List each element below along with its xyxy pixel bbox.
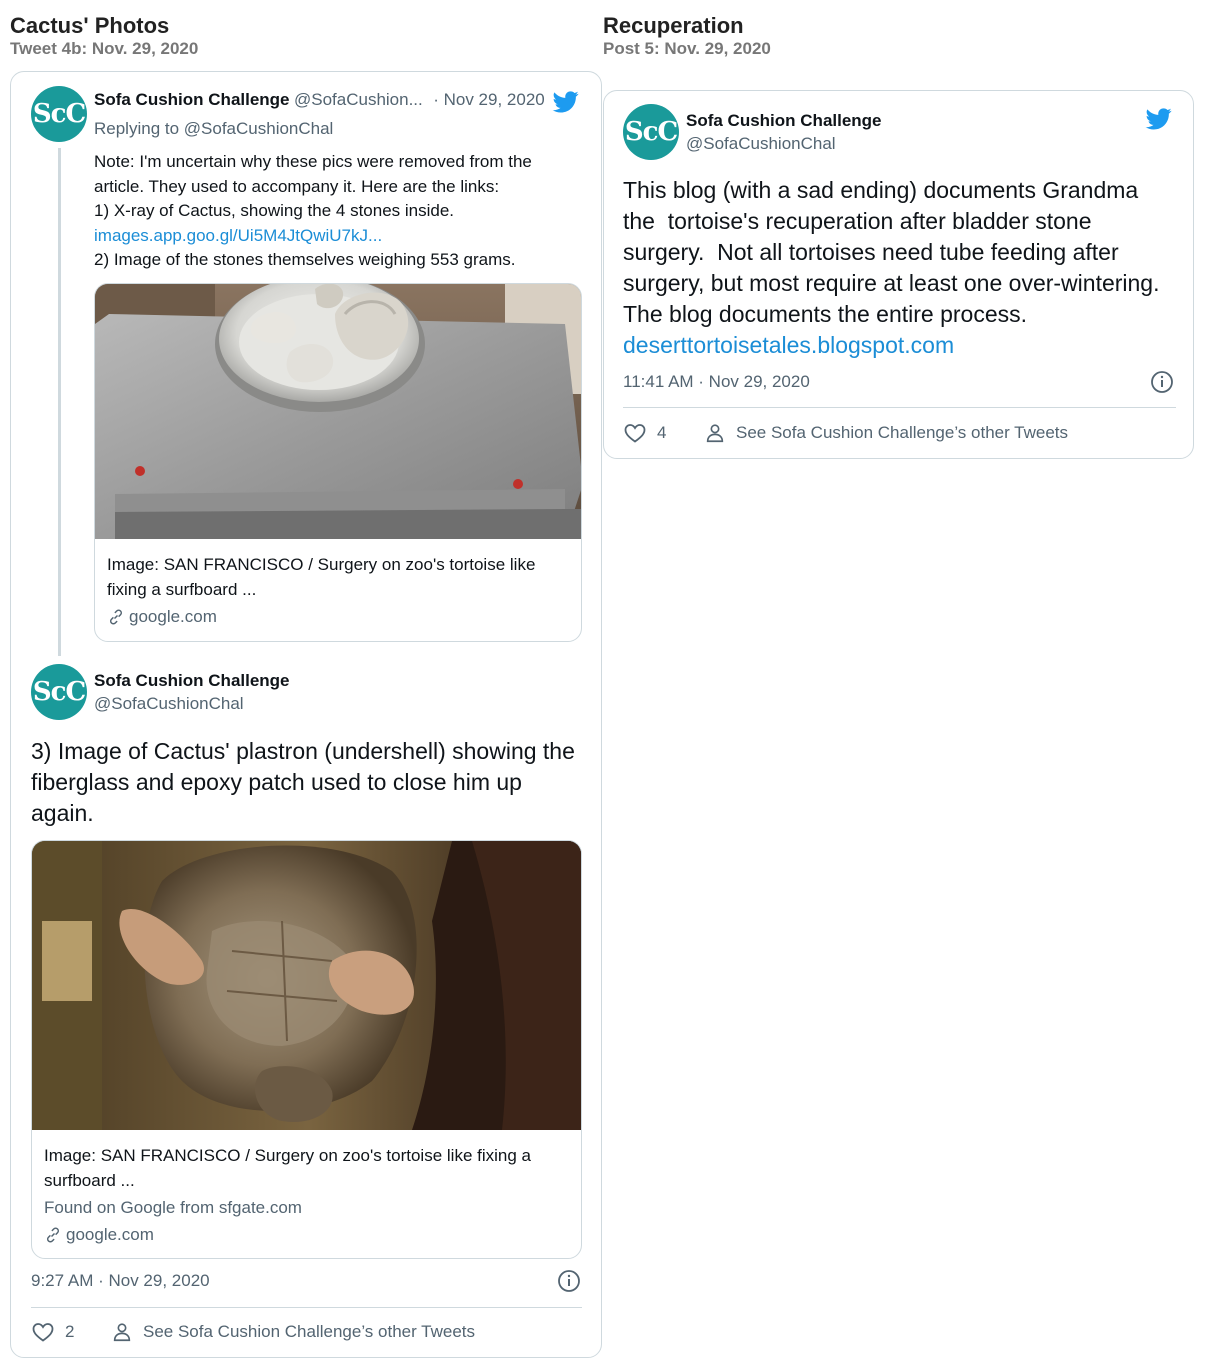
avatar-text: ScC [32, 677, 86, 707]
link-icon [46, 1226, 60, 1243]
divider [31, 1307, 582, 1308]
tweet1-line-1: Note: I'm uncertain why these pics were … [94, 152, 532, 171]
xray-link[interactable]: images.app.goo.gl/Ui5M4JtQwiU7kJ... [94, 224, 592, 249]
twitter-bird-icon[interactable] [1144, 105, 1174, 131]
info-icon[interactable] [557, 1269, 581, 1293]
see-other-tweets-link[interactable]: See Sofa Cushion Challenge’s other Tweet… [704, 421, 1068, 445]
tweet3-body: This blog (with a sad ending) documents … [623, 175, 1168, 361]
image-card-plastron[interactable]: Image: SAN FRANCISCO / Surgery on zoo's … [31, 840, 582, 1259]
link-icon [109, 608, 123, 625]
tweet1-line-3: 1) X-ray of Cactus, showing the 4 stones… [94, 201, 455, 220]
tweet1-line-2: article. They used to accompany it. Here… [94, 176, 500, 196]
author-handle[interactable]: @SofaCushionChal [686, 134, 836, 154]
tweet1-line-4: 2) Image of the stones themselves weighi… [94, 250, 516, 269]
embed-subtitle: Found on Google from sfgate.com [44, 1198, 302, 1217]
thread-connector-line [58, 148, 61, 656]
embed-domain-row: google.com [107, 604, 571, 629]
plastron-image [32, 841, 581, 1130]
right-column-subtitle: Post 5: Nov. 29, 2020 [603, 39, 771, 58]
see-other-tweets-link[interactable]: See Sofa Cushion Challenge’s other Tweet… [111, 1320, 475, 1344]
info-icon[interactable] [1150, 370, 1174, 394]
see-other-tweets-label: See Sofa Cushion Challenge’s other Tweet… [143, 1322, 476, 1341]
embed-domain-row: google.com [44, 1222, 571, 1247]
left-column-header: Cactus' Photos Tweet 4b: Nov. 29, 2020 [10, 13, 198, 59]
tweet-card-recuperation: ScC Sofa Cushion Challenge @SofaCushionC… [603, 90, 1194, 459]
avatar[interactable]: ScC [623, 104, 679, 160]
avatar-text: ScC [624, 117, 678, 147]
embed-title: Image: SAN FRANCISCO / Surgery on zoo's … [107, 555, 536, 599]
author-name[interactable]: Sofa Cushion Challenge [686, 111, 882, 131]
avatar[interactable]: ScC [31, 86, 87, 142]
person-icon [706, 424, 724, 443]
right-column-header: Recuperation Post 5: Nov. 29, 2020 [603, 13, 771, 59]
embed-domain[interactable]: google.com [66, 1222, 154, 1247]
left-column-title: Cactus' Photos [10, 13, 170, 38]
tweet-timestamp[interactable]: 9:27 AM · Nov 29, 2020 [31, 1271, 210, 1291]
author-handle[interactable]: @SofaCushionChal [94, 694, 244, 714]
image-card-stones[interactable]: Image: SAN FRANCISCO / Surgery on zoo's … [94, 283, 582, 642]
heart-icon [32, 1323, 54, 1342]
heart-icon [624, 424, 646, 443]
divider [623, 407, 1176, 408]
person-icon [113, 1323, 131, 1342]
stones-on-scale-image [95, 284, 581, 539]
replying-to[interactable]: Replying to @SofaCushionChal [94, 119, 333, 139]
twitter-bird-icon[interactable] [551, 88, 581, 114]
tweet-thread-card: ScC Sofa Cushion Challenge @SofaCushion.… [10, 71, 602, 1358]
author-name[interactable]: Sofa Cushion Challenge [94, 671, 290, 691]
like-button[interactable]: 2 [31, 1320, 74, 1344]
like-button[interactable]: 4 [623, 421, 666, 445]
tweet-timestamp[interactable]: 11:41 AM · Nov 29, 2020 [623, 372, 810, 392]
tweet-date[interactable]: · Nov 29, 2020 [433, 90, 545, 109]
author-name[interactable]: Sofa Cushion Challenge [94, 90, 290, 109]
like-count: 2 [65, 1322, 75, 1341]
right-column-title: Recuperation [603, 13, 744, 38]
embed-domain[interactable]: google.com [129, 604, 217, 629]
tweet1-body: Note: I'm uncertain why these pics were … [94, 150, 592, 273]
embed-title: Image: SAN FRANCISCO / Surgery on zoo's … [44, 1146, 531, 1190]
avatar-text: ScC [32, 99, 86, 129]
like-count: 4 [657, 423, 667, 442]
tweet1-header: Sofa Cushion Challenge @SofaCushion... ·… [94, 90, 545, 110]
left-column-subtitle: Tweet 4b: Nov. 29, 2020 [10, 39, 199, 58]
tweet3-text: This blog (with a sad ending) documents … [623, 177, 1172, 327]
see-other-tweets-label: See Sofa Cushion Challenge’s other Tweet… [736, 423, 1069, 442]
blog-link[interactable]: deserttortoisetales.blogspot.com [623, 330, 1168, 361]
tweet2-text: 3) Image of Cactus' plastron (undershell… [31, 738, 575, 826]
avatar[interactable]: ScC [31, 664, 87, 720]
author-handle[interactable]: @SofaCushion... [294, 90, 423, 109]
